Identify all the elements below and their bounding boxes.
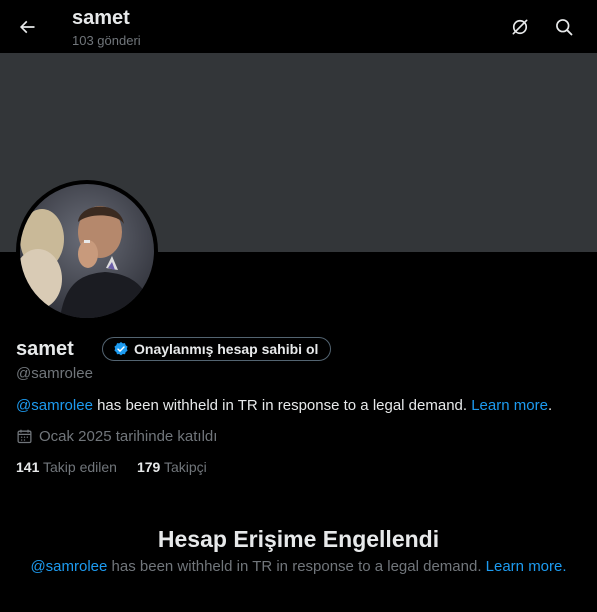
following-link[interactable]: 141 Takip edilen <box>16 459 117 475</box>
withheld-notice: @samrolee has been withheld in TR in res… <box>16 397 552 414</box>
calendar-icon <box>17 429 32 444</box>
header-title: samet <box>72 7 130 29</box>
top-bar: samet 103 gönderi <box>0 0 597 53</box>
followers-link[interactable]: 179 Takipçi <box>137 459 207 475</box>
blocked-end: . <box>562 558 567 575</box>
grok-button[interactable] <box>505 12 535 42</box>
following-label: Takip edilen <box>43 459 117 475</box>
handle: @samrolee <box>16 365 93 382</box>
grok-icon <box>512 19 528 35</box>
mention-link[interactable]: @samrolee <box>16 397 93 414</box>
search-icon <box>556 19 573 36</box>
followers-count: 179 <box>136 459 161 475</box>
search-button[interactable] <box>549 12 579 42</box>
post-count: 103 gönderi <box>72 33 141 48</box>
following-count: 141 <box>16 459 40 475</box>
avatar-photo <box>20 184 154 318</box>
get-verified-label: Onaylanmış hesap sahibi ol <box>134 341 319 357</box>
back-button[interactable] <box>12 12 42 42</box>
withheld-end: . <box>547 397 553 414</box>
follow-stats: 141 Takip edilen 179 Takipçi <box>16 459 207 475</box>
joined-date: Ocak 2025 tarihinde katıldı <box>16 428 217 445</box>
avatar[interactable] <box>20 184 154 318</box>
back-arrow-icon <box>19 20 35 34</box>
blocked-text-body: has been withheld in TR in response to a… <box>107 558 486 575</box>
avatar-frame <box>16 180 158 322</box>
display-name: samet <box>16 338 74 360</box>
verified-badge-icon <box>114 342 128 356</box>
blocked-learn-more-link[interactable]: Learn more <box>486 558 563 575</box>
learn-more-link[interactable]: Learn more <box>471 397 548 414</box>
blocked-notice: @samrolee has been withheld in TR in res… <box>0 558 597 575</box>
followers-label: Takipçi <box>163 459 207 475</box>
withheld-text: has been withheld in TR in response to a… <box>92 397 472 414</box>
joined-text: Ocak 2025 tarihinde katıldı <box>39 428 218 445</box>
blocked-mention-link[interactable]: @samrolee <box>30 558 107 575</box>
get-verified-button[interactable]: Onaylanmış hesap sahibi ol <box>102 337 332 361</box>
blocked-title: Hesap Erişime Engellendi <box>157 526 440 552</box>
